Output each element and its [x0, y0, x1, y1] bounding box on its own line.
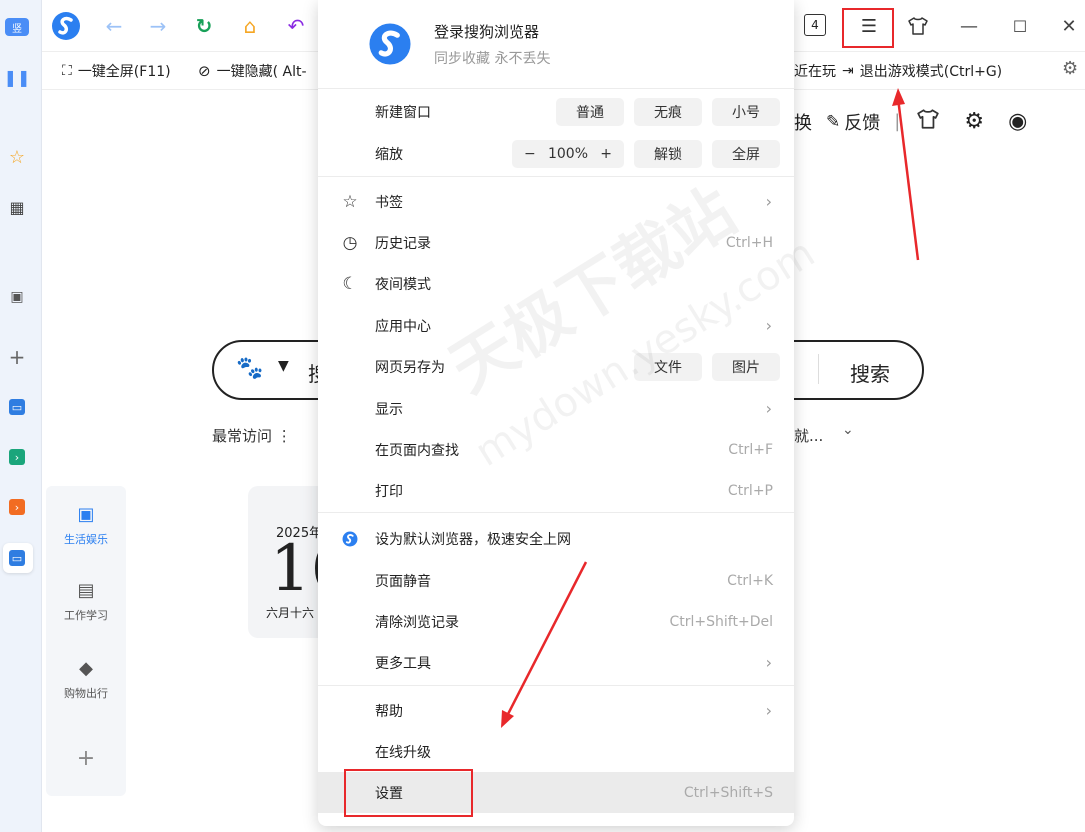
annotation-arrows — [501, 88, 920, 728]
